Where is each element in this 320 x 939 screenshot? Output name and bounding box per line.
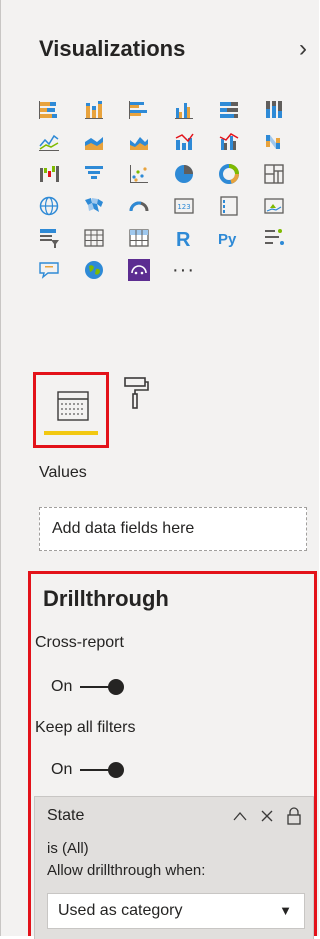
key-influencers-icon[interactable] xyxy=(262,222,307,254)
toggle-track xyxy=(80,686,111,688)
values-label: Values xyxy=(39,464,87,481)
active-tab-underline xyxy=(44,431,98,435)
stacked-bar-chart-icon[interactable] xyxy=(37,94,82,126)
fields-tab[interactable] xyxy=(33,372,109,448)
clear-filter-icon[interactable] xyxy=(261,810,273,822)
cross-report-toggle[interactable]: On xyxy=(51,676,125,698)
gauge-icon[interactable] xyxy=(127,190,172,222)
visualizations-pane: Visualizations › 123 R Py ··· Values Add… xyxy=(0,0,319,939)
custom-visual-icon[interactable] xyxy=(127,254,172,286)
waterfall-chart-icon[interactable] xyxy=(37,158,82,190)
allow-drillthrough-value: Used as category xyxy=(58,902,183,919)
globe-map-icon[interactable] xyxy=(82,254,127,286)
values-drop-zone[interactable]: Add data fields here xyxy=(39,507,307,551)
line-and-stacked-column-chart-icon[interactable] xyxy=(172,126,217,158)
scatter-chart-icon[interactable] xyxy=(127,158,172,190)
more-visuals-icon[interactable]: ··· xyxy=(172,254,217,286)
cross-report-state: On xyxy=(51,678,73,695)
card-icon[interactable]: 123 xyxy=(172,190,217,222)
toggle-knob xyxy=(108,762,125,778)
keep-filters-toggle[interactable]: On xyxy=(51,759,125,781)
area-chart-icon[interactable] xyxy=(82,126,127,158)
drillthrough-section: Drillthrough Cross-report On Keep all fi… xyxy=(28,571,317,939)
visual-gallery: 123 R Py ··· xyxy=(37,94,307,286)
fields-well-icon xyxy=(57,391,89,421)
table-icon[interactable] xyxy=(82,222,127,254)
filter-field-name: State xyxy=(47,807,85,824)
r-visual-icon[interactable]: R xyxy=(172,222,217,254)
multi-row-card-icon[interactable] xyxy=(217,190,262,222)
pane-tabs xyxy=(33,372,233,452)
slicer-icon[interactable] xyxy=(37,222,82,254)
pie-chart-icon[interactable] xyxy=(172,158,217,190)
pane-title: Visualizations xyxy=(39,36,186,61)
format-tab[interactable] xyxy=(121,376,151,415)
kpi-icon[interactable] xyxy=(262,190,307,222)
collapse-chevron-icon[interactable]: › xyxy=(299,34,307,64)
clustered-bar-chart-icon[interactable] xyxy=(127,94,172,126)
svg-text:R: R xyxy=(176,229,191,250)
clustered-column-chart-icon[interactable] xyxy=(172,94,217,126)
svg-text:123: 123 xyxy=(177,203,190,211)
lock-icon[interactable] xyxy=(287,807,301,825)
keep-filters-state: On xyxy=(51,761,73,778)
drillthrough-title: Drillthrough xyxy=(43,586,169,611)
pane-header: Visualizations › xyxy=(39,34,307,64)
treemap-icon[interactable] xyxy=(262,158,307,190)
line-and-clustered-column-chart-icon[interactable] xyxy=(217,126,262,158)
filter-card-controls xyxy=(233,805,301,827)
allow-drillthrough-select[interactable]: Used as category ▼ xyxy=(47,893,305,929)
paint-roller-icon xyxy=(124,377,149,409)
100-stacked-column-chart-icon[interactable] xyxy=(262,94,307,126)
cross-report-label: Cross-report xyxy=(35,634,124,651)
keep-filters-label: Keep all filters xyxy=(35,719,136,736)
donut-chart-icon[interactable] xyxy=(217,158,262,190)
toggle-track xyxy=(80,769,111,771)
filled-map-icon[interactable] xyxy=(82,190,127,222)
matrix-icon[interactable] xyxy=(127,222,172,254)
stacked-column-chart-icon[interactable] xyxy=(82,94,127,126)
filter-condition: is (All) xyxy=(47,840,89,857)
python-visual-icon[interactable]: Py xyxy=(217,222,262,254)
funnel-chart-icon[interactable] xyxy=(82,158,127,190)
dropdown-arrow-icon: ▼ xyxy=(279,903,292,918)
qa-icon[interactable] xyxy=(37,254,82,286)
map-icon[interactable] xyxy=(37,190,82,222)
drillthrough-filter-card: State is (All) Allow drillthrough when: … xyxy=(34,796,314,939)
stacked-area-chart-icon[interactable] xyxy=(127,126,172,158)
toggle-knob xyxy=(108,679,125,695)
collapse-icon[interactable] xyxy=(233,811,247,821)
svg-text:Py: Py xyxy=(218,231,237,248)
100-stacked-bar-chart-icon[interactable] xyxy=(217,94,262,126)
line-chart-icon[interactable] xyxy=(37,126,82,158)
allow-drillthrough-label: Allow drillthrough when: xyxy=(47,862,206,879)
ribbon-chart-icon[interactable] xyxy=(262,126,307,158)
